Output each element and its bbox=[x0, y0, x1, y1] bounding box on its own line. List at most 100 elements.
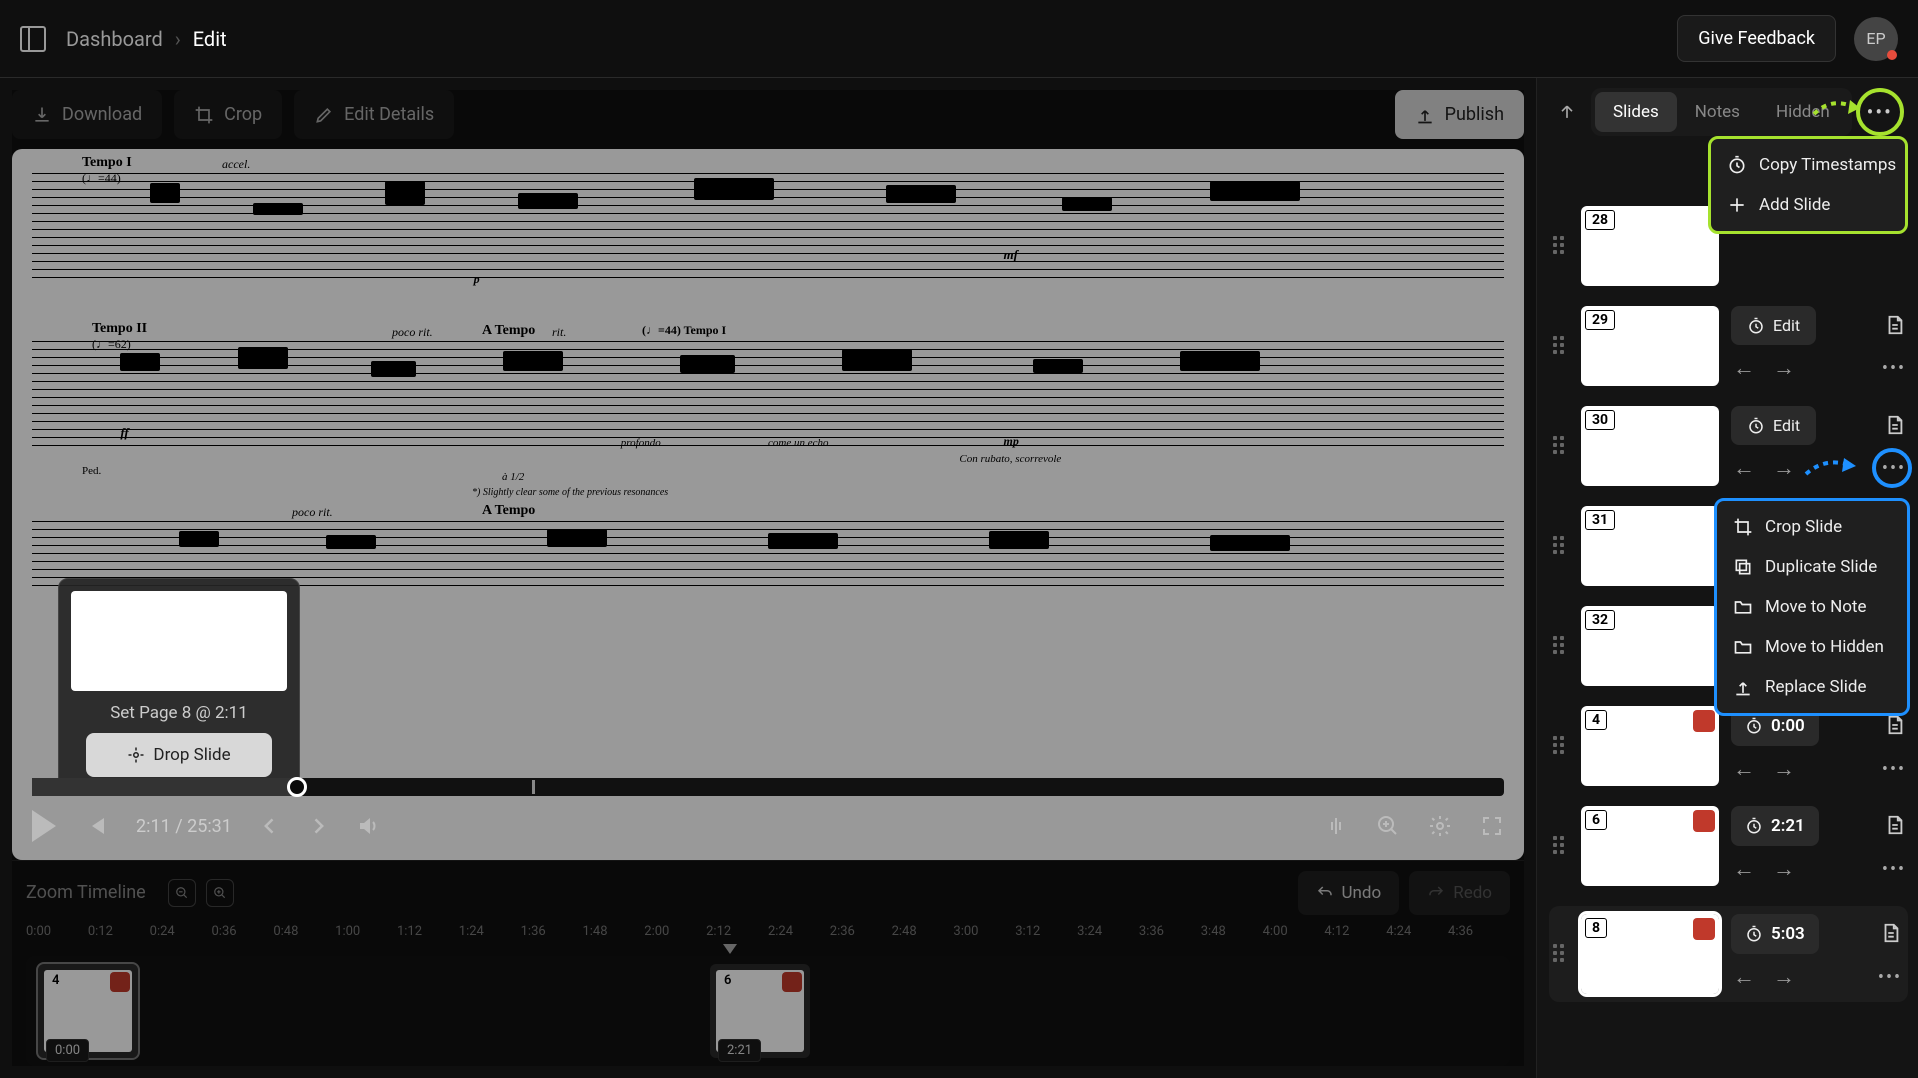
slide-context-menu: Crop SlideDuplicate SlideMove to NoteMov… bbox=[1714, 498, 1910, 716]
sidebar-toggle-icon[interactable] bbox=[20, 26, 46, 52]
note-icon[interactable] bbox=[1884, 314, 1908, 338]
playback-scrubber[interactable] bbox=[32, 778, 1504, 796]
copy-timestamps-item[interactable]: Copy Timestamps bbox=[1711, 145, 1905, 185]
tab-notes[interactable]: Notes bbox=[1677, 92, 1758, 132]
tab-slides[interactable]: Slides bbox=[1595, 92, 1677, 132]
drag-handle-icon[interactable] bbox=[1553, 436, 1569, 454]
revision-badge-icon bbox=[1693, 810, 1715, 832]
move-right-icon[interactable]: → bbox=[1771, 756, 1797, 782]
slide-thumbnail[interactable]: 28 bbox=[1581, 206, 1719, 286]
timeline-tick: 2:48 bbox=[892, 924, 954, 952]
scroll-up-icon[interactable] bbox=[1553, 98, 1581, 126]
stopwatch-icon bbox=[1727, 155, 1747, 175]
edit-timestamp-button[interactable]: Edit bbox=[1731, 406, 1816, 445]
edit-details-label: Edit Details bbox=[344, 104, 434, 125]
dynamic-mp: mp bbox=[1004, 434, 1019, 449]
scrubber-handle[interactable] bbox=[287, 777, 307, 797]
next-icon[interactable] bbox=[308, 816, 328, 836]
waveform-icon[interactable] bbox=[1324, 814, 1348, 838]
slide-thumbnail[interactable]: 8 bbox=[1581, 914, 1719, 994]
timeline-zoom-out-button[interactable] bbox=[168, 879, 196, 907]
revision-badge-icon bbox=[782, 972, 802, 992]
tempo1-again: (♩=44) Tempo I bbox=[642, 323, 726, 338]
breadcrumb-dashboard[interactable]: Dashboard bbox=[66, 27, 163, 51]
move-left-icon[interactable]: ← bbox=[1731, 355, 1757, 381]
timeline-clip[interactable]: 4 0:00 bbox=[38, 964, 138, 1058]
avatar[interactable]: EP bbox=[1854, 17, 1898, 61]
give-feedback-button[interactable]: Give Feedback bbox=[1677, 15, 1836, 62]
move-left-icon[interactable]: ← bbox=[1731, 964, 1757, 990]
move-right-icon[interactable]: → bbox=[1771, 856, 1797, 882]
timeline-strip[interactable]: 4 0:00 6 2:21 bbox=[26, 956, 1510, 1066]
move-right-icon[interactable]: → bbox=[1771, 355, 1797, 381]
duplicate-slide-item[interactable]: Duplicate Slide bbox=[1717, 547, 1907, 587]
panel-more-button[interactable]: ••• bbox=[1862, 94, 1898, 130]
drag-handle-icon[interactable] bbox=[1553, 636, 1569, 654]
plus-icon bbox=[1727, 195, 1747, 215]
note-icon[interactable] bbox=[1884, 414, 1908, 438]
move-right-icon[interactable]: → bbox=[1771, 455, 1797, 481]
drag-handle-icon[interactable] bbox=[1553, 944, 1569, 962]
timeline-clip[interactable]: 6 2:21 bbox=[710, 964, 810, 1058]
drag-handle-icon[interactable] bbox=[1553, 536, 1569, 554]
download-button[interactable]: Download bbox=[12, 90, 162, 139]
slide-thumbnail[interactable]: 29 bbox=[1581, 306, 1719, 386]
move-right-icon[interactable]: → bbox=[1771, 964, 1797, 990]
publish-button[interactable]: Publish bbox=[1395, 90, 1524, 139]
playhead-marker[interactable] bbox=[723, 944, 737, 954]
edit-timestamp-button[interactable]: Edit bbox=[1731, 306, 1816, 345]
crop-button[interactable]: Crop bbox=[174, 90, 282, 139]
slide-number: 29 bbox=[1585, 310, 1615, 330]
sheet-music-canvas[interactable]: Tempo I (♩=44) accel. p mf bbox=[12, 149, 1524, 860]
crop-slide-item[interactable]: Crop Slide bbox=[1717, 507, 1907, 547]
replace-slide-item[interactable]: Replace Slide bbox=[1717, 667, 1907, 707]
drag-handle-icon[interactable] bbox=[1553, 836, 1569, 854]
edit-details-button[interactable]: Edit Details bbox=[294, 90, 454, 139]
slide-thumbnail[interactable]: 6 bbox=[1581, 806, 1719, 886]
undo-button[interactable]: Undo bbox=[1298, 871, 1400, 915]
zoom-in-icon[interactable] bbox=[1376, 814, 1400, 838]
slide-more-button[interactable]: ••• bbox=[1876, 967, 1904, 988]
rewind-to-start-icon[interactable] bbox=[84, 814, 108, 838]
slide-thumbnail[interactable]: 31 bbox=[1581, 506, 1719, 586]
drag-handle-icon[interactable] bbox=[1553, 336, 1569, 354]
timeline-tick: 4:12 bbox=[1324, 924, 1386, 952]
download-icon bbox=[32, 105, 52, 125]
slide-more-button[interactable]: ••• bbox=[1880, 759, 1908, 780]
note-icon[interactable] bbox=[1884, 714, 1908, 738]
drop-slide-button[interactable]: Drop Slide bbox=[86, 733, 272, 777]
move-to-note-item[interactable]: Move to Note bbox=[1717, 587, 1907, 627]
drag-handle-icon[interactable] bbox=[1553, 736, 1569, 754]
move-left-icon[interactable]: ← bbox=[1731, 756, 1757, 782]
settings-icon[interactable] bbox=[1428, 814, 1452, 838]
slide-timestamp-button[interactable]: 2:21 bbox=[1731, 806, 1819, 846]
a-tempo: A Tempo bbox=[482, 323, 535, 339]
slide-more-button[interactable]: ••• bbox=[1880, 859, 1908, 880]
drag-handle-icon[interactable] bbox=[1553, 236, 1569, 254]
slide-timestamp-button[interactable]: 5:03 bbox=[1731, 914, 1819, 954]
move-to-hidden-item[interactable]: Move to Hidden bbox=[1717, 627, 1907, 667]
move-left-icon[interactable]: ← bbox=[1731, 455, 1757, 481]
fullscreen-icon[interactable] bbox=[1480, 814, 1504, 838]
timeline-zoom-in-button[interactable] bbox=[206, 879, 234, 907]
note-icon[interactable] bbox=[1880, 922, 1904, 946]
play-button[interactable] bbox=[32, 810, 56, 842]
timeline-tick: 3:48 bbox=[1201, 924, 1263, 952]
redo-icon bbox=[1427, 884, 1445, 902]
slide-thumbnail[interactable]: 30 bbox=[1581, 406, 1719, 486]
slide-number: 31 bbox=[1585, 510, 1615, 530]
timeline-tick: 0:00 bbox=[26, 924, 88, 952]
timeline-tick: 3:24 bbox=[1077, 924, 1139, 952]
note-icon[interactable] bbox=[1884, 814, 1908, 838]
drop-slide-panel[interactable]: Set Page 8 @ 2:11 Drop Slide bbox=[58, 578, 300, 790]
prev-icon[interactable] bbox=[260, 816, 280, 836]
redo-button[interactable]: Redo bbox=[1409, 871, 1510, 915]
slide-more-button[interactable]: ••• bbox=[1880, 358, 1908, 379]
slide-thumbnail[interactable]: 4 bbox=[1581, 706, 1719, 786]
timeline-tick: 0:48 bbox=[273, 924, 335, 952]
add-slide-item[interactable]: Add Slide bbox=[1711, 185, 1905, 225]
timeline-tick: 0:36 bbox=[211, 924, 273, 952]
volume-icon[interactable] bbox=[356, 814, 380, 838]
slide-thumbnail[interactable]: 32 bbox=[1581, 606, 1719, 686]
move-left-icon[interactable]: ← bbox=[1731, 856, 1757, 882]
